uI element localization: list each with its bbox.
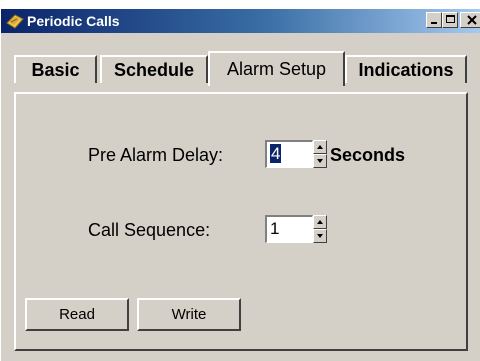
periodic-calls-window: Periodic Calls Basic Schedule Alarm Setu… [0, 9, 480, 361]
tab-schedule-label: Schedule [113, 59, 195, 80]
maximize-icon [446, 15, 455, 23]
window-title: Periodic Calls [27, 13, 120, 29]
tab-indications[interactable]: Indications [345, 55, 467, 83]
maximize-button[interactable] [442, 12, 458, 28]
spin-up-button[interactable] [313, 140, 327, 154]
pre-alarm-delay-value: 4 [270, 144, 282, 163]
title-bar[interactable]: Periodic Calls [1, 9, 480, 33]
arrow-down-icon [317, 159, 323, 163]
tab-schedule[interactable]: Schedule [100, 55, 208, 83]
pre-alarm-delay-unit: Seconds [330, 145, 406, 165]
arrow-down-icon [317, 234, 323, 238]
read-button-label: Read [59, 306, 95, 323]
call-sequence-field[interactable]: 1 [265, 215, 313, 243]
read-button[interactable]: Read [25, 298, 129, 331]
pre-alarm-delay-spinner[interactable] [313, 140, 327, 168]
pre-alarm-delay-label: Pre Alarm Delay: [88, 145, 224, 165]
tab-basic-label: Basic [31, 59, 80, 80]
arrow-up-icon [317, 220, 323, 224]
call-sequence-spinner[interactable] [313, 215, 327, 243]
tab-basic[interactable]: Basic [14, 55, 97, 83]
tab-indications-label: Indications [358, 59, 454, 80]
arrow-up-icon [317, 145, 323, 149]
write-button-label: Write [171, 306, 207, 323]
minimize-button[interactable] [426, 12, 442, 28]
write-button[interactable]: Write [137, 298, 241, 331]
call-sequence-value: 1 [270, 219, 280, 238]
tab-alarm-setup[interactable]: Alarm Setup [208, 51, 345, 86]
spin-down-button[interactable] [313, 154, 327, 168]
spin-down-button[interactable] [313, 229, 327, 243]
close-button[interactable] [460, 12, 480, 28]
spin-up-button[interactable] [313, 215, 327, 229]
call-sequence-label: Call Sequence: [88, 220, 211, 240]
alarm-setup-panel: Pre Alarm Delay: 4 Seconds Call Sequence… [14, 92, 468, 351]
tab-alarm-setup-label: Alarm Setup [226, 59, 327, 79]
periodic-calls-app-icon [6, 14, 24, 29]
pre-alarm-delay-field[interactable]: 4 [265, 140, 313, 168]
close-icon [467, 15, 477, 25]
minimize-icon [431, 22, 437, 24]
